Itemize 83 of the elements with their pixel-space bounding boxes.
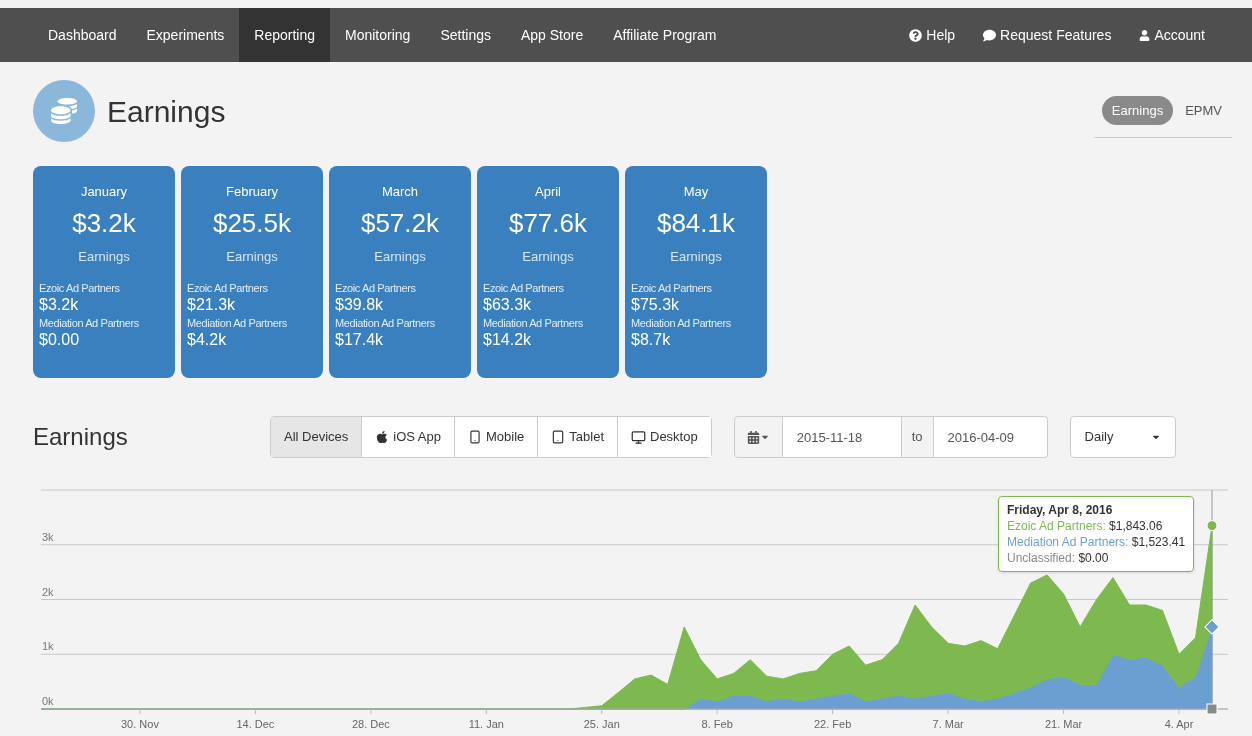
tooltip-line: Mediation Ad Partners: $1,523.41 — [1007, 534, 1186, 550]
card-month: April — [534, 183, 562, 201]
card-row-label: Mediation Ad Partners — [483, 317, 584, 330]
card-row-label: Ezoic Ad Partners — [631, 282, 713, 295]
nav-item[interactable]: Affiliate Program — [598, 8, 732, 62]
tooltip-title: Friday, Apr 8, 2016 — [1007, 502, 1114, 518]
card-row-label: Ezoic Ad Partners — [335, 282, 417, 295]
axis-label: 4. Apr — [1164, 718, 1194, 730]
nav-item[interactable]: Reporting — [239, 8, 330, 62]
card-row-value: $0.00 — [39, 330, 81, 350]
card-total: $3.2k — [71, 206, 137, 240]
monitor-icon — [631, 429, 646, 445]
card-caption: Earnings — [225, 247, 279, 266]
page-title: Earnings — [107, 93, 226, 130]
nav-item[interactable]: App Store — [506, 8, 599, 62]
card-row-value: $63.3k — [483, 295, 533, 315]
tablet-icon — [551, 430, 566, 444]
card-row-value: $4.2k — [187, 330, 228, 350]
data-point-marker — [1206, 703, 1218, 715]
data-point-marker — [1206, 520, 1218, 532]
nav-item[interactable]: Dashboard — [33, 8, 132, 62]
card-row-label: Ezoic Ad Partners — [39, 282, 121, 295]
tooltip-line: Unclassified: $0.00 — [1007, 550, 1110, 566]
axis-label: 8. Feb — [701, 718, 733, 730]
axis-label: 25. Jan — [583, 718, 620, 730]
card-month: February — [225, 183, 279, 201]
start-date-field[interactable]: 2015-11-18 — [782, 416, 901, 458]
range-separator: to — [900, 416, 934, 458]
axis-label: 21. Mar — [1044, 718, 1083, 730]
card-row-label: Mediation Ad Partners — [335, 317, 436, 330]
phone-icon — [468, 430, 482, 444]
nav-link[interactable]: Help — [895, 8, 970, 62]
end-date-field[interactable]: 2016-04-09 — [933, 416, 1048, 458]
card-row-value: $14.2k — [483, 330, 533, 350]
nav-item[interactable]: Settings — [425, 8, 506, 62]
card-row-value: $21.3k — [187, 295, 237, 315]
help-icon — [909, 28, 923, 42]
view-tab[interactable]: EPMV — [1175, 95, 1232, 126]
card-total: $84.1k — [655, 206, 737, 240]
card-total: $57.2k — [359, 206, 441, 240]
card-caption: Earnings — [373, 247, 427, 266]
nav-link[interactable]: Account — [1125, 8, 1219, 62]
card-row-label: Ezoic Ad Partners — [483, 282, 565, 295]
card-month: May — [682, 183, 710, 201]
axis-label: 7. Mar — [932, 718, 964, 730]
speech-bubble-icon — [983, 28, 997, 42]
axis-label: 1k — [42, 640, 54, 653]
card-caption: Earnings — [521, 247, 575, 266]
nav-link[interactable]: Request Features — [969, 8, 1126, 62]
calendar-icon — [746, 430, 760, 444]
device-tab[interactable]: Desktop — [617, 417, 711, 457]
card-total: $77.6k — [507, 206, 589, 240]
axis-label: 28. Dec — [351, 718, 390, 730]
card-row-label: Ezoic Ad Partners — [187, 282, 269, 295]
card-month: March — [380, 183, 420, 201]
card-row-label: Mediation Ad Partners — [631, 317, 732, 330]
tooltip-line: Ezoic Ad Partners: $1,843.06 — [1007, 518, 1164, 534]
apple-icon — [375, 430, 390, 444]
calendar-dropdown[interactable] — [733, 416, 783, 458]
axis-label: 11. Jan — [468, 718, 504, 730]
card-row-value: $17.4k — [335, 330, 385, 350]
card-total: $25.5k — [211, 206, 293, 240]
axis-label: 22. Feb — [814, 718, 852, 730]
axis-label: 2k — [42, 585, 54, 598]
nav-item[interactable]: Monitoring — [330, 8, 426, 62]
axis-label: 30. Nov — [121, 718, 159, 730]
card-row-value: $3.2k — [39, 295, 80, 315]
axis-label: 3k — [42, 530, 54, 543]
card-row-value: $75.3k — [631, 295, 681, 315]
card-caption: Earnings — [669, 247, 723, 266]
card-caption: Earnings — [77, 247, 131, 266]
axis-label: 14. Dec — [236, 718, 275, 730]
card-month: January — [79, 183, 129, 201]
card-row-label: Mediation Ad Partners — [39, 317, 140, 330]
section-title: Earnings — [33, 422, 129, 452]
card-row-label: Mediation Ad Partners — [187, 317, 288, 330]
interval-select[interactable]: Daily — [1069, 416, 1176, 458]
user-icon — [1139, 29, 1151, 41]
nav-item[interactable]: Experiments — [131, 8, 240, 62]
device-tab[interactable]: All Devices — [271, 417, 362, 457]
card-row-value: $39.8k — [335, 295, 385, 315]
card-row-value: $8.7k — [631, 330, 672, 350]
axis-label: 0k — [42, 695, 54, 707]
